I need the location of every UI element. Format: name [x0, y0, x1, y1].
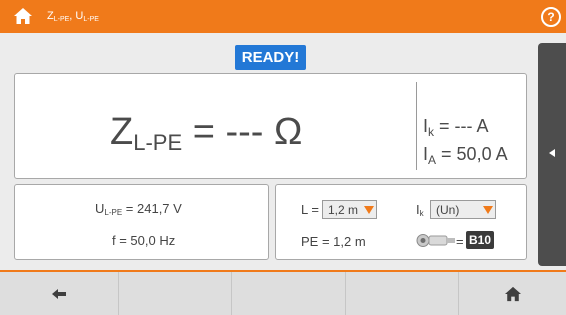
ik-label: Ik — [416, 202, 424, 218]
divider — [416, 82, 417, 170]
settings-panel: L = 1,2 m Ik (Un) PE = 1,2 m = B10 — [275, 184, 527, 260]
back-arrow-icon — [52, 288, 66, 299]
top-bar: ZL-PE, UL-PE ? — [0, 0, 566, 33]
screen-title: ZL-PE, UL-PE — [47, 10, 99, 23]
voltage-reading: UL-PE = 241,7 V — [95, 201, 182, 217]
result-panel: ZL-PE = --- Ω Ik = --- A IA = 50,0 A — [14, 73, 527, 179]
chevron-left-icon — [549, 149, 555, 157]
frequency-reading: f = 50,0 Hz — [112, 233, 176, 248]
home-icon[interactable] — [13, 7, 33, 25]
loop-impedance-result: ZL-PE = --- Ω — [110, 111, 303, 155]
home-button[interactable] — [458, 272, 566, 315]
status-badge: READY! — [235, 45, 306, 70]
ik-mode-value: (Un) — [436, 203, 460, 217]
length-dropdown[interactable]: 1,2 m — [322, 200, 377, 219]
home-icon — [504, 286, 521, 301]
length-value: 1,2 m — [328, 203, 359, 217]
help-icon[interactable]: ? — [541, 7, 561, 27]
dropdown-arrow-icon — [364, 206, 374, 214]
softkey-2[interactable] — [118, 272, 231, 315]
fuse-type-button[interactable]: B10 — [466, 231, 494, 249]
fuse-equals: = — [456, 234, 464, 249]
trip-current: IA = 50,0 A — [423, 144, 508, 167]
pe-length: PE = 1,2 m — [301, 234, 366, 249]
dropdown-arrow-icon — [483, 206, 493, 214]
measurement-panel: UL-PE = 241,7 V f = 50,0 Hz — [14, 184, 269, 260]
softkey-3[interactable] — [231, 272, 345, 315]
ik-mode-dropdown[interactable]: (Un) — [430, 200, 496, 219]
back-button[interactable] — [0, 272, 118, 315]
bottom-toolbar — [0, 270, 566, 315]
short-circuit-current: Ik = --- A — [423, 116, 489, 139]
length-label: L = — [301, 202, 319, 217]
side-panel-toggle[interactable] — [538, 43, 566, 266]
softkey-4[interactable] — [345, 272, 458, 315]
